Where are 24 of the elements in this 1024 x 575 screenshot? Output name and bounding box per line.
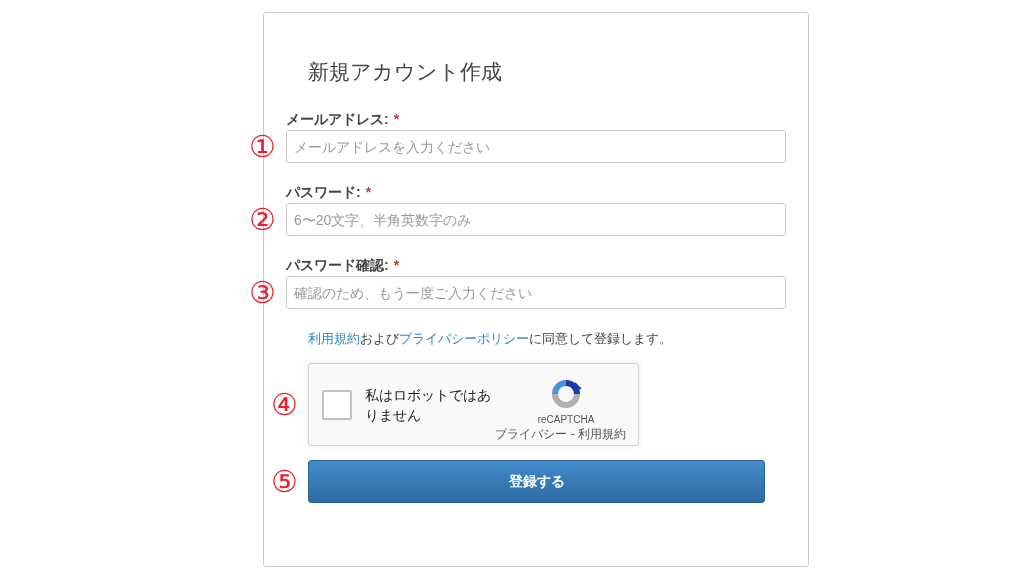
recaptcha-logo-icon [549, 377, 583, 411]
annotation-number: ④ [270, 389, 298, 420]
annotation-number: ③ [248, 277, 276, 308]
terms-sentence: 利用規約およびプライバシーポリシーに同意して登録します。 [308, 330, 673, 348]
required-asterisk: * [393, 255, 400, 275]
captcha-links[interactable]: プライバシー - 利用規約 [495, 427, 626, 442]
text-field[interactable]: 6〜20文字、半角英数字のみ [286, 203, 786, 236]
required-asterisk: * [365, 182, 372, 202]
captcha-checkbox[interactable] [322, 389, 352, 420]
annotation-number: ① [248, 131, 276, 162]
register-button[interactable]: 登録する [308, 460, 765, 503]
recaptcha-brand: reCAPTCHA [537, 413, 595, 426]
field-label: メールアドレス: [286, 109, 389, 129]
terms-link[interactable]: 利用規約 [308, 331, 360, 346]
field-label: パスワード: [286, 182, 361, 202]
annotation-number: ② [248, 204, 276, 235]
captcha-label: 私はロボットではありません [365, 385, 492, 425]
annotation-number: ⑤ [270, 466, 298, 497]
text-field[interactable]: メールアドレスを入力ください [286, 130, 786, 163]
text-field[interactable]: 確認のため、もう一度ご入力ください [286, 276, 786, 309]
terms-link[interactable]: プライバシーポリシー [399, 331, 529, 346]
page-title: 新規アカウント作成 [308, 59, 503, 85]
required-asterisk: * [393, 109, 400, 129]
field-label: パスワード確認: [286, 255, 389, 275]
